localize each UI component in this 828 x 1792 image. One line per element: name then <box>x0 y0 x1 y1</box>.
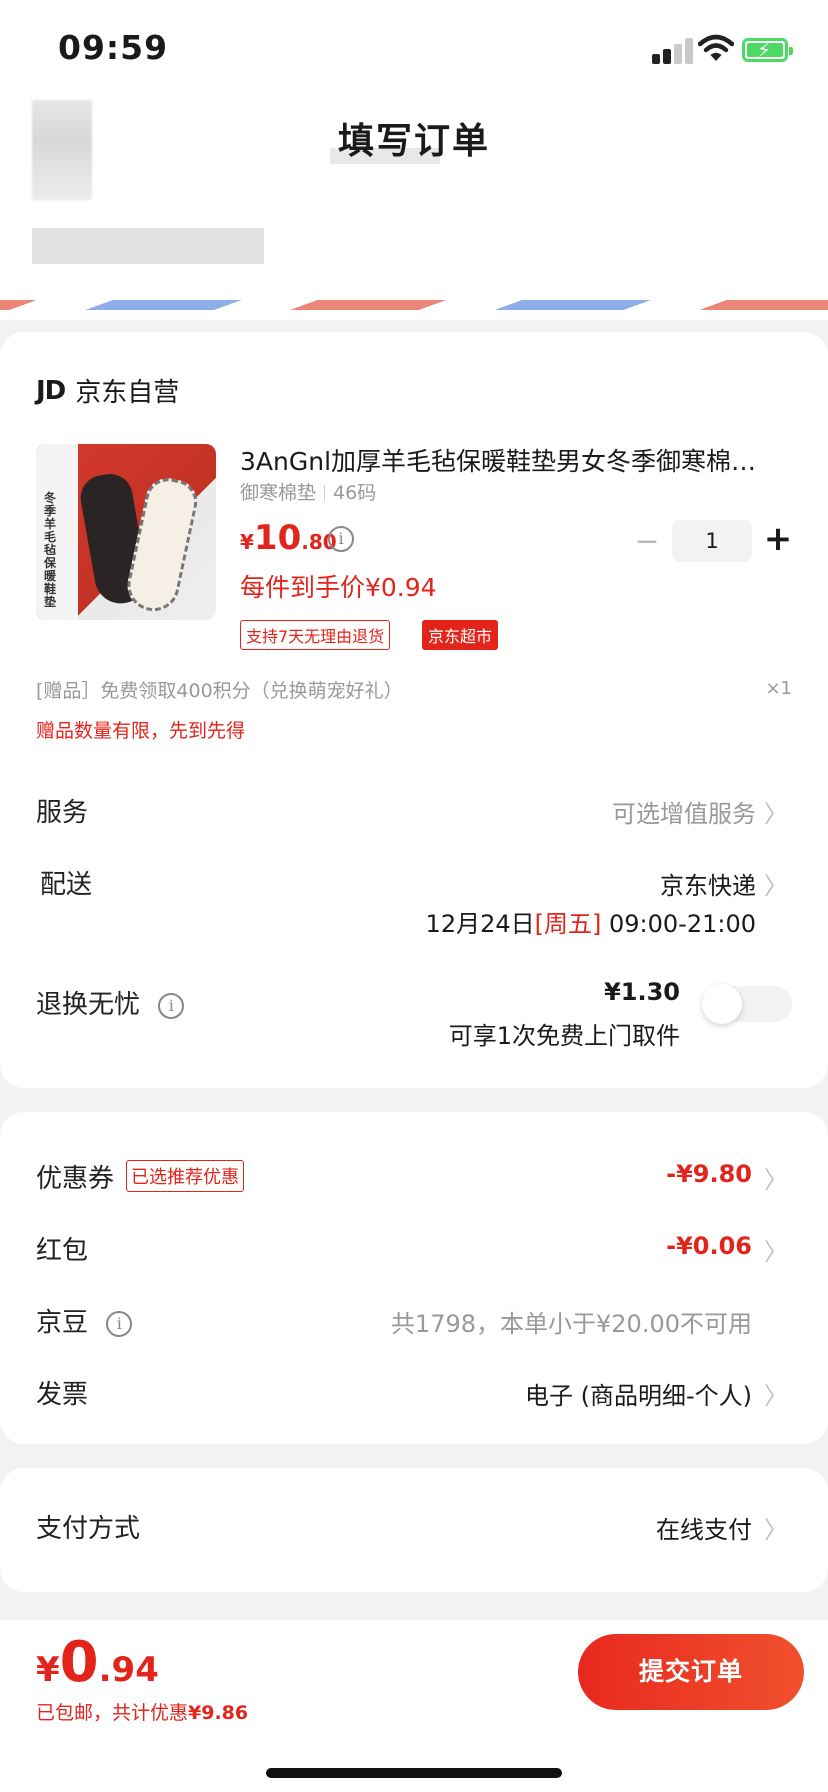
return-care-toggle[interactable] <box>702 984 792 1024</box>
return-care-desc: 可享1次免费上门取件 <box>448 1022 680 1050</box>
delivery-chevron-icon[interactable]: 〉 <box>764 866 788 901</box>
red-packet-label: 红包 <box>36 1236 89 1266</box>
jd-logo-icon: JD <box>36 375 66 406</box>
quantity-input[interactable]: 1 <box>672 520 752 562</box>
payment-card: 支付方式 在线支付 〉 <box>0 1468 828 1592</box>
jd-beans-row: 京豆 i <box>36 1302 133 1339</box>
address-border-stripe <box>0 300 828 310</box>
discounts-card: 优惠券 已选推荐优惠 -¥9.80 〉 红包 -¥0.06 〉 京豆 i 共179… <box>0 1112 828 1444</box>
invoice-chevron-icon[interactable]: 〉 <box>764 1376 788 1411</box>
total-price: ¥0.94 <box>36 1630 159 1695</box>
jd-supermarket-tag: 京东超市 <box>422 620 499 650</box>
shop-name: 京东自营 <box>75 378 180 408</box>
checkout-bar: ¥0.94 已包邮，共计优惠¥9.86 提交订单 <box>0 1620 828 1792</box>
order-item-card: JD 京东自营 冬季羊毛毡保暖鞋垫 3AnGnl加厚羊毛毡保暖鞋垫男女冬季御寒棉… <box>0 332 828 1088</box>
service-chevron-icon[interactable]: 〉 <box>764 794 788 829</box>
product-spec: 御寒棉垫 46码 <box>240 482 377 504</box>
return-care-price: ¥1.30 <box>604 978 680 1006</box>
shop-header[interactable]: JD 京东自营 <box>36 372 179 409</box>
cellular-signal-icon <box>652 38 693 64</box>
blurred-address-line <box>32 228 264 264</box>
payment-value[interactable]: 在线支付 <box>656 1510 752 1545</box>
total-note: 已包邮，共计优惠¥9.86 <box>36 1702 249 1724</box>
quantity-increase-button[interactable]: + <box>762 522 794 558</box>
return-care-info-icon[interactable]: i <box>158 993 185 1019</box>
invoice-label: 发票 <box>36 1380 89 1410</box>
product-image-caption: 冬季羊毛毡保暖鞋垫 <box>44 491 57 609</box>
coupon-row: 优惠券 已选推荐优惠 <box>36 1158 245 1195</box>
price-info-icon[interactable]: i <box>328 526 354 552</box>
delivery-carrier[interactable]: 京东快递 <box>660 866 756 901</box>
invoice-value[interactable]: 电子 (商品明细-个人) <box>525 1376 752 1411</box>
product-price: ¥10.80 <box>240 518 337 558</box>
red-packet-value[interactable]: -¥0.06 <box>666 1232 752 1260</box>
submit-order-button[interactable]: 提交订单 <box>578 1634 804 1710</box>
unit-price: 每件到手价¥0.94 <box>240 573 437 602</box>
service-value[interactable]: 可选增值服务 <box>612 794 756 829</box>
header-area: 09:59 ⚡ 填写订单 <box>0 0 828 320</box>
jd-beans-value: 共1798，本单小于¥20.00不可用 <box>390 1310 752 1338</box>
coupon-badge: 已选推荐优惠 <box>126 1160 245 1192</box>
gift-quantity: ×1 <box>765 678 792 699</box>
gift-item: [赠品］免费领取400积分（兑换萌宠好礼） <box>36 680 403 702</box>
payment-chevron-icon[interactable]: 〉 <box>764 1510 788 1545</box>
red-packet-chevron-icon[interactable]: 〉 <box>764 1232 788 1267</box>
return-policy-tag: 支持7天无理由退货 <box>240 620 391 650</box>
payment-label: 支付方式 <box>36 1514 141 1544</box>
quantity-decrease-button[interactable]: − <box>632 527 662 558</box>
return-care-label: 退换无忧 i <box>36 984 185 1021</box>
delivery-label: 配送 <box>40 870 93 900</box>
product-image[interactable]: 冬季羊毛毡保暖鞋垫 <box>36 444 216 620</box>
page-title: 填写订单 <box>337 121 490 162</box>
status-bar: 09:59 ⚡ <box>0 0 828 100</box>
coupon-chevron-icon[interactable]: 〉 <box>764 1160 788 1195</box>
delivery-time[interactable]: 12月24日[周五] 09:00-21:00 <box>426 904 756 939</box>
coupon-value[interactable]: -¥9.80 <box>666 1160 752 1188</box>
gift-note: 赠品数量有限，先到先得 <box>36 720 246 742</box>
wifi-icon <box>698 34 734 61</box>
jd-beans-info-icon[interactable]: i <box>106 1311 133 1337</box>
product-title[interactable]: 3AnGnl加厚羊毛毡保暖鞋垫男女冬季御寒棉… <box>240 442 796 478</box>
battery-icon: ⚡ <box>742 38 793 62</box>
service-label: 服务 <box>36 798 89 828</box>
home-indicator <box>266 1768 562 1778</box>
status-time: 09:59 <box>58 28 169 67</box>
